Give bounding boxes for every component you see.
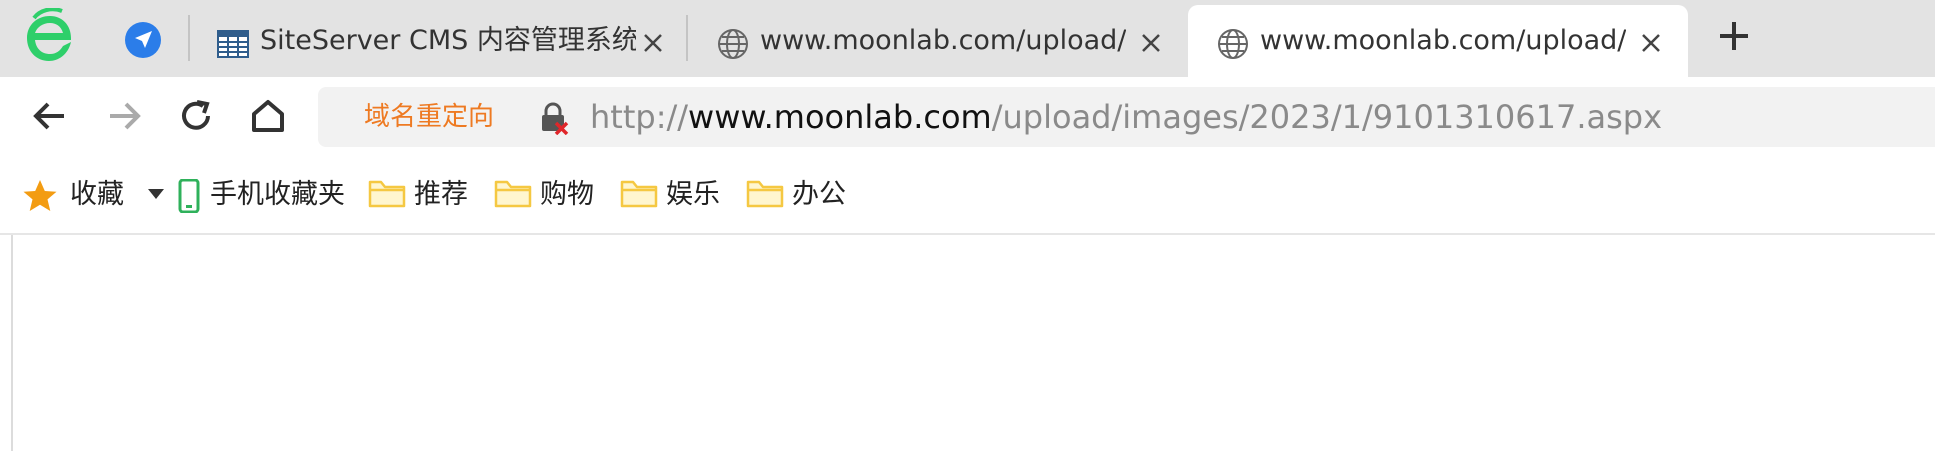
tab-separator [686,15,688,61]
tab-separator [188,15,190,61]
new-tab-plus-icon[interactable] [1714,16,1754,56]
tab-bar: SiteServer CMS 内容管理系统 www.moonlab.com/up… [0,0,1935,77]
url-path: /upload/images/2023/1/9101310617.aspx [991,98,1663,136]
tab-title: www.moonlab.com/upload/ [1260,25,1626,56]
close-icon[interactable] [1138,30,1164,56]
tab-siteserver[interactable]: SiteServer CMS 内容管理系统 [212,5,670,77]
address-bar[interactable]: 域名重定向 http://www.moonlab.com/upload/imag… [318,87,1935,147]
back-arrow-icon[interactable] [30,96,70,136]
bookmark-label: 购物 [540,179,594,210]
folder-icon [746,180,784,208]
home-icon[interactable] [248,96,288,136]
bookmark-label: 办公 [792,179,846,210]
navigation-bar: 域名重定向 http://www.moonlab.com/upload/imag… [0,77,1935,157]
browser-logo-icon[interactable] [22,8,78,66]
content-left-border [11,235,13,451]
bookmarks-bar: 收藏 手机收藏夹 推荐 购物 娱乐 办公 [0,157,1935,235]
url-host: www.moonlab.com [688,98,992,136]
bookmark-folder[interactable]: 娱乐 [620,157,728,233]
folder-icon [368,180,406,208]
bookmark-folder[interactable]: 购物 [494,157,602,233]
bookmark-mobile[interactable]: 手机收藏夹 [178,157,354,233]
forward-arrow-icon[interactable] [104,96,144,136]
close-icon[interactable] [640,30,666,56]
mobile-phone-icon [178,179,200,213]
tab-title: www.moonlab.com/upload/ [760,25,1126,56]
bookmark-label: 收藏 [70,179,124,210]
bookmark-label: 推荐 [414,179,468,210]
folder-icon [620,180,658,208]
redirect-label[interactable]: 域名重定向 [364,87,494,147]
globe-icon [718,29,748,59]
bookmark-favorites[interactable]: 收藏 [22,157,164,233]
bookmark-label: 娱乐 [666,179,720,210]
tab-moonlab-1[interactable]: www.moonlab.com/upload/ [716,5,1164,77]
close-icon[interactable] [1638,30,1664,56]
page-content [0,235,1935,451]
folder-icon [494,180,532,208]
url-text[interactable]: http://www.moonlab.com/upload/images/202… [590,87,1662,147]
globe-icon [1218,29,1248,59]
star-icon [23,180,57,211]
caret-down-icon[interactable] [148,189,164,201]
bookmark-folder[interactable]: 推荐 [368,157,476,233]
tab-title: SiteServer CMS 内容管理系统 [260,25,636,56]
table-grid-icon [217,30,249,58]
lock-insecure-icon[interactable] [536,101,570,135]
send-pin-icon[interactable] [124,21,162,59]
bookmark-folder[interactable]: 办公 [746,157,854,233]
reload-icon[interactable] [176,96,216,136]
url-scheme: http:// [590,98,689,136]
tab-moonlab-active[interactable]: www.moonlab.com/upload/ [1188,5,1688,77]
bookmark-label: 手机收藏夹 [210,179,345,210]
